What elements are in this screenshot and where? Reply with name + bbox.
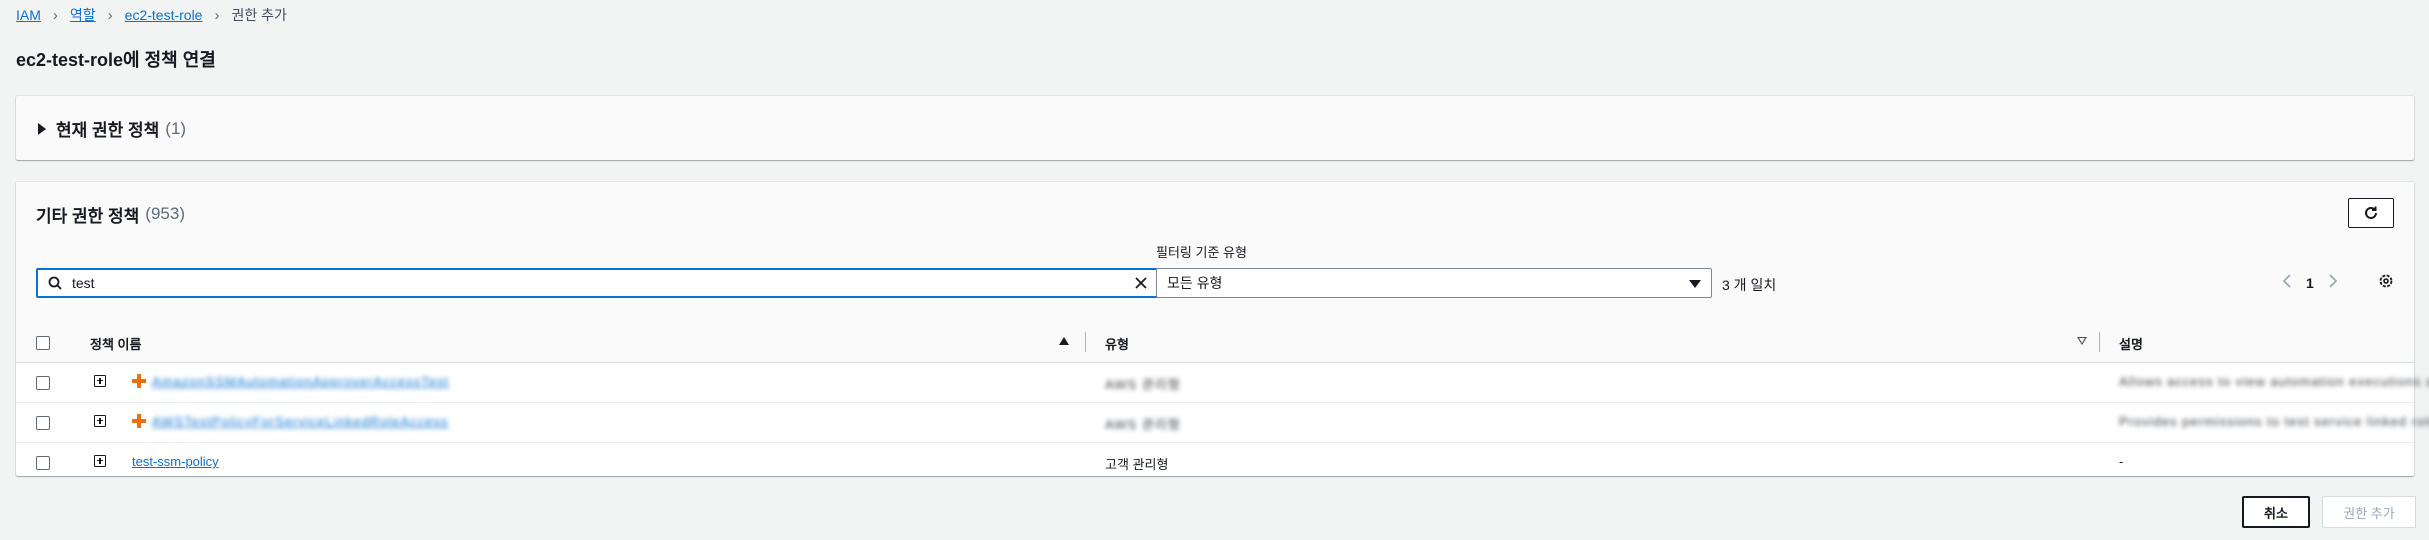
- policy-name-link[interactable]: AmazonSSMAutomationApproverAccessTest: [152, 374, 449, 389]
- pagination: 1: [2282, 274, 2338, 291]
- breadcrumb-separator-icon: ›: [214, 6, 220, 24]
- breadcrumb-roles[interactable]: 역할: [70, 5, 96, 25]
- column-header-description[interactable]: 설명: [2119, 334, 2143, 353]
- row-checkbox[interactable]: [36, 376, 50, 390]
- policy-name-link[interactable]: AWSTestPolicyForServiceLinkedRoleAccess: [152, 414, 448, 429]
- breadcrumb-iam[interactable]: IAM: [16, 7, 41, 23]
- policy-name-link[interactable]: test-ssm-policy: [132, 454, 219, 469]
- search-icon: [48, 276, 62, 290]
- policy-description: -: [2119, 454, 2124, 469]
- select-all-checkbox[interactable]: [36, 336, 50, 350]
- other-policies-panel: 기타 권한 정책 (953) 필터링 기준 유형 모든 유형 3 개 일치: [16, 182, 2429, 476]
- column-header-name[interactable]: 정책 이름: [90, 334, 141, 353]
- policy-type: AWS 관리형: [1105, 377, 1181, 392]
- page-title: ec2-test-role에 정책 연결: [16, 50, 216, 70]
- policy-description: Allows access to view automation executi…: [2119, 374, 2429, 389]
- row-checkbox[interactable]: [36, 416, 50, 430]
- aws-managed-icon: [132, 374, 146, 388]
- filter-type-value: 모든 유형: [1167, 275, 1223, 291]
- expand-icon[interactable]: [94, 455, 106, 467]
- expand-icon[interactable]: [94, 415, 106, 427]
- settings-icon[interactable]: [2378, 273, 2394, 289]
- policy-description: Provides permissions to test service lin…: [2119, 414, 2429, 429]
- chevron-left-icon[interactable]: [2282, 274, 2292, 291]
- breadcrumb-separator-icon: ›: [52, 6, 58, 24]
- chevron-right-icon[interactable]: [2328, 274, 2338, 291]
- clear-icon[interactable]: [1134, 276, 1148, 290]
- breadcrumb: IAM › 역할 › ec2-test-role › 권한 추가: [16, 4, 287, 26]
- sort-ascending-icon[interactable]: [1059, 337, 1069, 345]
- cancel-button[interactable]: 취소: [2242, 496, 2310, 528]
- current-policies-label: 현재 권한 정책: [56, 121, 160, 140]
- other-policies-header: 기타 권한 정책 (953) 필터링 기준 유형 모든 유형 3 개 일치: [16, 182, 2414, 322]
- filter-type-label: 필터링 기준 유형: [1156, 245, 1247, 260]
- current-policies-toggle[interactable]: 현재 권한 정책 (1): [38, 116, 186, 141]
- table-row[interactable]: AWSTestPolicyForServiceLinkedRoleAccess …: [16, 402, 2429, 443]
- policy-type: AWS 관리형: [1105, 417, 1181, 432]
- table-row[interactable]: AmazonSSMAutomationApproverAccessTest AW…: [16, 362, 2429, 403]
- current-policies-panel: 현재 권한 정책 (1): [16, 96, 2414, 160]
- sort-descending-icon[interactable]: [2077, 337, 2087, 345]
- row-checkbox[interactable]: [36, 456, 50, 470]
- column-divider[interactable]: [2099, 332, 2100, 352]
- match-count: 3 개 일치: [1722, 277, 1777, 293]
- breadcrumb-role[interactable]: ec2-test-role: [125, 7, 203, 23]
- aws-managed-icon: [132, 414, 146, 428]
- caret-down-icon: [1689, 280, 1701, 288]
- other-policies-count: (953): [145, 204, 185, 223]
- filter-type-select[interactable]: 모든 유형: [1156, 268, 1712, 298]
- other-policies-title: 기타 권한 정책 (953): [36, 202, 185, 226]
- refresh-icon: [2365, 206, 2377, 219]
- column-divider[interactable]: [1085, 332, 1086, 352]
- table-header: 정책 이름 유형 설명: [16, 322, 2414, 363]
- refresh-button[interactable]: [2348, 198, 2394, 228]
- table-row[interactable]: test-ssm-policy 고객 관리형 -: [16, 442, 2414, 482]
- breadcrumb-current: 권한 추가: [231, 7, 287, 23]
- policy-type: 고객 관리형: [1105, 457, 1169, 472]
- column-header-type[interactable]: 유형: [1105, 334, 1129, 353]
- current-policies-count: (1): [165, 118, 187, 138]
- search-field: [36, 268, 1158, 298]
- expand-icon[interactable]: [94, 375, 106, 387]
- search-input[interactable]: [70, 274, 1134, 292]
- breadcrumb-separator-icon: ›: [107, 6, 113, 24]
- caret-right-icon: [38, 122, 46, 135]
- page-number[interactable]: 1: [2306, 275, 2314, 291]
- other-policies-label: 기타 권한 정책: [36, 206, 140, 226]
- add-permissions-button[interactable]: 권한 추가: [2322, 496, 2416, 528]
